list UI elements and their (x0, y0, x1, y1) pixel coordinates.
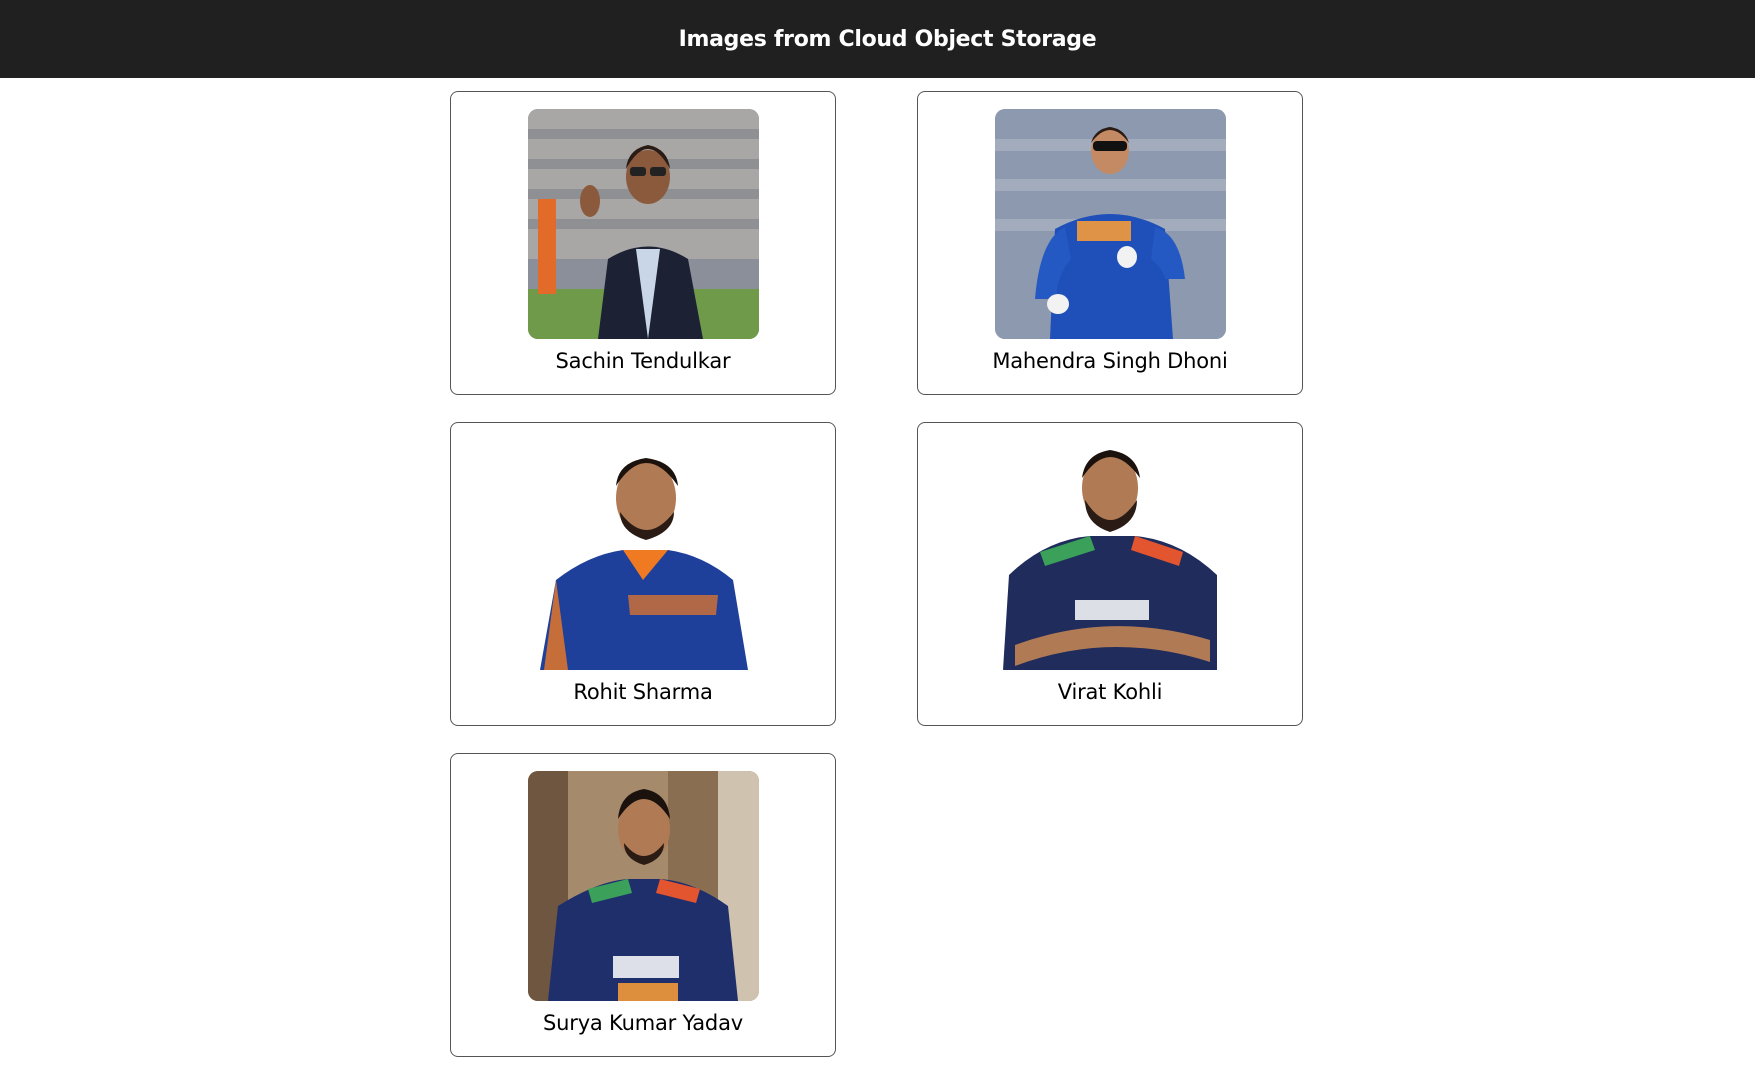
app-header: Images from Cloud Object Storage (0, 0, 1755, 78)
player-name: Rohit Sharma (573, 680, 713, 704)
player-photo (995, 109, 1226, 339)
person-photo-icon (528, 440, 759, 670)
player-name: Sachin Tendulkar (555, 349, 731, 373)
player-name: Mahendra Singh Dhoni (992, 349, 1228, 373)
player-photo (995, 440, 1226, 670)
player-card: Rohit Sharma (450, 422, 836, 726)
player-card: Virat Kohli (917, 422, 1303, 726)
person-photo-icon (528, 771, 759, 1001)
player-photo (528, 109, 759, 339)
player-name: Surya Kumar Yadav (543, 1011, 743, 1035)
person-photo-icon (528, 109, 759, 339)
player-name: Virat Kohli (1057, 680, 1163, 704)
person-photo-icon (995, 109, 1226, 339)
person-photo-icon (995, 440, 1226, 670)
player-card: Surya Kumar Yadav (450, 753, 836, 1057)
player-card: Mahendra Singh Dhoni (917, 91, 1303, 395)
player-photo (528, 440, 759, 670)
player-photo (528, 771, 759, 1001)
player-card: Sachin Tendulkar (450, 91, 836, 395)
page-title: Images from Cloud Object Storage (678, 26, 1097, 52)
